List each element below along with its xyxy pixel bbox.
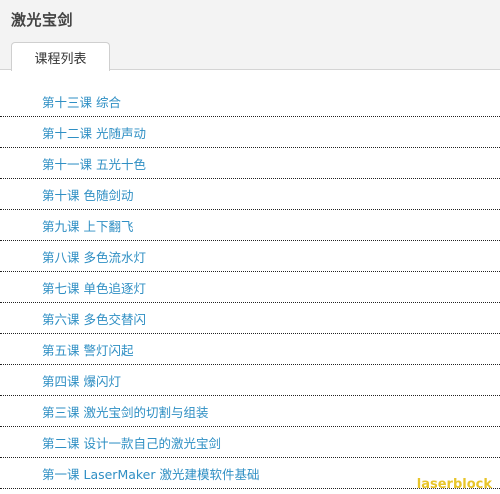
lesson-link[interactable]: 第九课 上下翻飞 [42, 216, 133, 235]
list-item: 第六课 多色交替闪 [0, 303, 500, 334]
lesson-link[interactable]: 第八课 多色流水灯 [42, 247, 146, 266]
lesson-link[interactable]: 第四课 爆闪灯 [42, 371, 121, 390]
lesson-link[interactable]: 第一课 LaserMaker 激光建模软件基础 [42, 464, 259, 483]
lesson-link[interactable]: 第十三课 综合 [42, 92, 121, 111]
watermark: laserblock [416, 477, 492, 492]
lesson-link[interactable]: 第十一课 五光十色 [42, 154, 146, 173]
list-item: 第十一课 五光十色 [0, 148, 500, 179]
lesson-list: 第十三课 综合 第十二课 光随声动 第十一课 五光十色 第十课 色随剑动 第九课… [0, 86, 500, 489]
list-item: 第七课 单色追逐灯 [0, 272, 500, 303]
list-item: 第十课 色随剑动 [0, 179, 500, 210]
header: 激光宝剑 课程列表 [0, 0, 500, 71]
lesson-link[interactable]: 第三课 激光宝剑的切割与组装 [42, 402, 208, 421]
list-item: 第五课 警灯闪起 [0, 334, 500, 365]
lesson-link[interactable]: 第十课 色随剑动 [42, 185, 133, 204]
page: 激光宝剑 课程列表 第十三课 综合 第十二课 光随声动 第十一课 五光十色 第十… [0, 0, 500, 494]
lesson-link[interactable]: 第二课 设计一款自己的激光宝剑 [42, 433, 221, 452]
list-item: 第九课 上下翻飞 [0, 210, 500, 241]
list-item: 第八课 多色流水灯 [0, 241, 500, 272]
list-item: 第十三课 综合 [0, 86, 500, 117]
lesson-link[interactable]: 第六课 多色交替闪 [42, 309, 146, 328]
list-item: 第四课 爆闪灯 [0, 365, 500, 396]
tab-label: 课程列表 [34, 51, 87, 67]
lesson-link[interactable]: 第七课 单色追逐灯 [42, 278, 146, 297]
lesson-link[interactable]: 第十二课 光随声动 [42, 123, 146, 142]
list-item: 第三课 激光宝剑的切割与组装 [0, 396, 500, 427]
tab-course-list[interactable]: 课程列表 [11, 42, 110, 71]
page-title: 激光宝剑 [11, 11, 74, 29]
lesson-link[interactable]: 第五课 警灯闪起 [42, 340, 133, 359]
list-item: 第十二课 光随声动 [0, 117, 500, 148]
list-item: 第二课 设计一款自己的激光宝剑 [0, 427, 500, 458]
